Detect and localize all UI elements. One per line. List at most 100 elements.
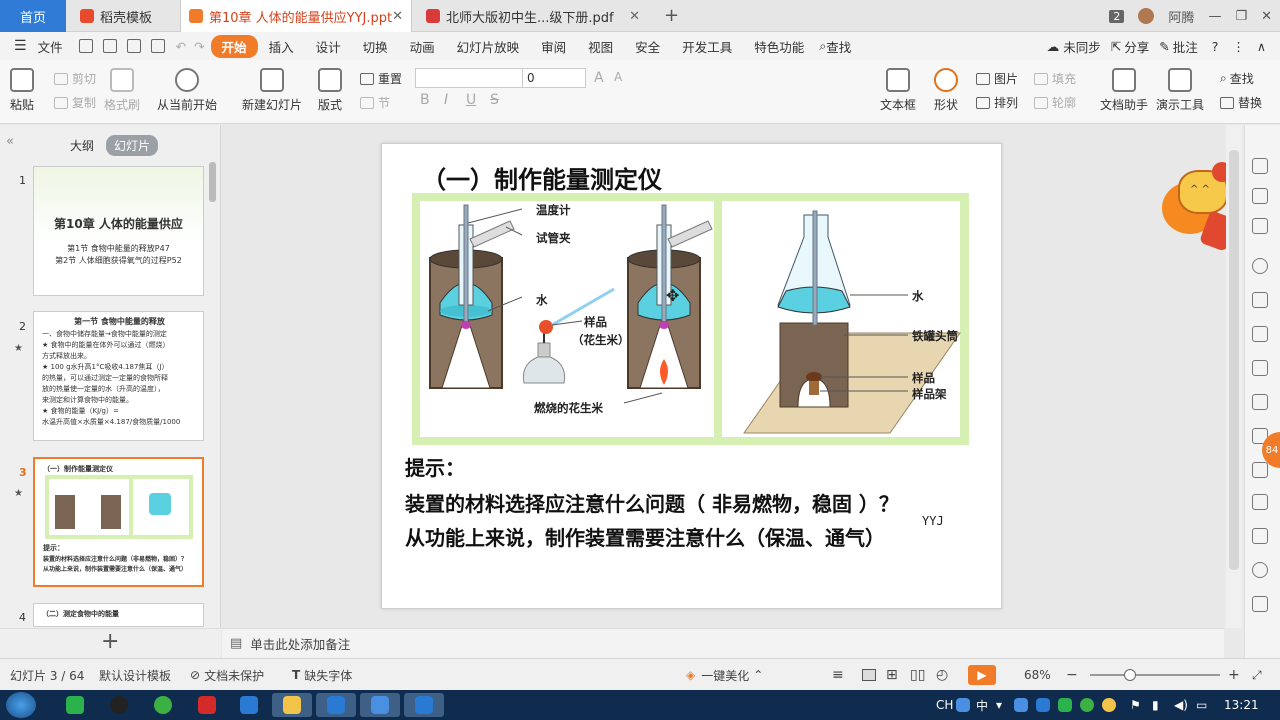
redo-icon[interactable]: ↷ (194, 39, 204, 54)
menu-features[interactable]: 特色功能 (743, 37, 815, 56)
zoom-value[interactable]: 68% (1024, 659, 1051, 691)
sidebar-fill-icon[interactable] (1252, 292, 1268, 308)
notes-bar[interactable]: ▤ 单击此处添加备注 (222, 628, 1224, 658)
tab-close-icon[interactable]: ✕ (392, 9, 403, 24)
sidebar-star-icon[interactable] (1252, 218, 1268, 234)
power-icon[interactable]: ▭ (1196, 690, 1207, 720)
minimize-icon[interactable]: — (1208, 9, 1221, 24)
app-taskbar-icon[interactable] (198, 696, 216, 714)
tab-ppt-document[interactable]: 第10章 人体的能量供应YYJ.ppt ✕ (180, 0, 412, 32)
help-icon[interactable]: ? (1212, 39, 1219, 54)
format-painter-button[interactable]: 格式刷 (104, 68, 140, 113)
menu-home[interactable]: 开始 (210, 34, 258, 58)
tray-icon-3[interactable] (1080, 698, 1094, 712)
notes-toggle-icon[interactable]: ≡ (832, 659, 844, 691)
ime-icon[interactable] (956, 698, 970, 712)
sidebar-audio-icon[interactable] (1252, 562, 1268, 578)
slide-thumbnail-4[interactable]: （二）测定食物中的能量 (33, 603, 204, 627)
view-outline-tab[interactable]: 大纲 (62, 135, 102, 156)
view-reading-icon[interactable]: ▯▯ (910, 659, 925, 691)
view-notes-icon[interactable]: ◴ (936, 659, 948, 691)
menu-security[interactable]: 安全 (624, 37, 671, 56)
search-icon[interactable]: ⌕ (819, 38, 826, 54)
sidebar-chart-icon[interactable] (1252, 360, 1268, 376)
wechat-taskbar-icon[interactable] (66, 696, 84, 714)
view-slides-tab[interactable]: 幻灯片 (106, 135, 159, 156)
protect-status[interactable]: ⊘ 文档未保护 (190, 659, 264, 691)
sidebar-contrast-icon[interactable] (1252, 596, 1268, 612)
windows-start-icon[interactable] (6, 692, 36, 718)
menu-insert[interactable]: 插入 (258, 37, 305, 56)
zoom-out-button[interactable]: − (1066, 659, 1078, 691)
window-count-badge[interactable]: 2 (1109, 9, 1125, 23)
sidebar-share-icon[interactable] (1252, 462, 1268, 478)
tray-icon-1[interactable] (1014, 698, 1028, 712)
app2-taskbar-icon[interactable] (240, 696, 258, 714)
shape-button[interactable]: 形状 (934, 68, 958, 113)
preview-icon[interactable] (150, 39, 165, 53)
notes-placeholder[interactable]: 单击此处添加备注 (250, 634, 350, 653)
share-button[interactable]: 分享 (1124, 37, 1149, 56)
outline-button[interactable]: 轮廓 (1034, 94, 1076, 111)
paste-button[interactable]: 粘贴 (10, 68, 34, 113)
underline-icon[interactable]: U (466, 92, 476, 108)
font-name-select[interactable] (415, 68, 523, 88)
strikethrough-icon[interactable]: S (490, 92, 499, 108)
menu-file[interactable]: 文件 (27, 37, 74, 56)
menu-review[interactable]: 审阅 (530, 37, 577, 56)
network-icon[interactable]: ▮ (1152, 690, 1159, 720)
comment-button[interactable]: 批注 (1173, 37, 1198, 56)
tray-wechat-icon[interactable] (1058, 698, 1072, 712)
slide-title[interactable]: （一）制作能量测定仪 (422, 160, 662, 195)
tray-flag-icon[interactable]: ⚑ (1130, 690, 1141, 720)
menu-view[interactable]: 视图 (577, 37, 624, 56)
font-size-select[interactable]: 0 (522, 68, 586, 88)
avatar[interactable] (1138, 8, 1155, 24)
picture-button[interactable]: 图片 (976, 70, 1018, 87)
scrollbar-thumb[interactable] (1229, 150, 1239, 570)
menu-design[interactable]: 设计 (305, 37, 352, 56)
tab-pdf-document[interactable]: 北师大版初中生...级下册.pdf ✕ (418, 0, 648, 32)
undo-icon[interactable]: ↶ (176, 39, 186, 54)
collapse-panel-icon[interactable]: « (6, 134, 14, 149)
decrease-font-icon[interactable]: A (614, 70, 622, 84)
italic-icon[interactable]: I (444, 92, 448, 108)
increase-font-icon[interactable]: A (594, 70, 604, 86)
tab-home[interactable]: 首页 (0, 0, 66, 32)
copy-button[interactable]: 复制 (54, 94, 96, 111)
restore-icon[interactable]: ❐ (1235, 9, 1247, 24)
zoom-in-button[interactable]: + (1228, 659, 1240, 691)
ime-mode[interactable]: 中 (976, 690, 988, 720)
collapse-ribbon-icon[interactable]: ∧ (1257, 39, 1266, 54)
doc-helper-button[interactable]: 文档助手 (1100, 68, 1148, 113)
arrange-button[interactable]: 排列 (976, 94, 1018, 111)
browser-taskbar-icon[interactable] (154, 696, 172, 714)
menu-animation[interactable]: 动画 (399, 37, 446, 56)
sidebar-settings-icon[interactable] (1252, 394, 1268, 410)
slide-thumbnail-3[interactable]: （一）制作能量测定仪 提示： 装置的材料选择应注意什么问题（非易燃物，稳固）？ … (33, 457, 204, 587)
find-button[interactable]: ⌕ 查找 (1220, 70, 1254, 87)
missing-font[interactable]: T 缺失字体 (292, 659, 352, 691)
export-icon[interactable] (102, 39, 117, 53)
sync-status[interactable]: 未同步 (1063, 37, 1101, 56)
play-slideshow-button[interactable]: ▶ (968, 659, 996, 691)
hint-title[interactable]: 提示： (405, 452, 465, 481)
menu-developer[interactable]: 开发工具 (671, 37, 743, 56)
slide-thumbnail-2[interactable]: 第一节 食物中能量的释放 一、食物中储存能量→食物中能量的测定 ★ 食物中的能量… (33, 311, 204, 441)
tab-close-icon[interactable]: ✕ (629, 9, 640, 24)
clock[interactable]: 13:21 (1224, 690, 1259, 720)
qq-taskbar-icon[interactable] (110, 696, 128, 714)
section-button[interactable]: 节 (360, 94, 390, 111)
hamburger-icon[interactable]: ☰ (14, 38, 27, 54)
sidebar-cursor-icon[interactable] (1252, 158, 1268, 174)
view-normal-icon[interactable] (862, 659, 876, 691)
sidebar-grid-icon[interactable] (1252, 326, 1268, 342)
new-tab-button[interactable]: + (664, 5, 679, 26)
sidebar-location-icon[interactable] (1252, 258, 1268, 274)
hint-line-2[interactable]: 从功能上来说，制作装置需要注意什么（保温、通气） (405, 522, 885, 551)
layout-button[interactable]: 版式 (318, 68, 342, 113)
ime-indicator[interactable]: CH (936, 690, 953, 720)
tray-icon-4[interactable] (1102, 698, 1116, 712)
zoom-track[interactable] (1090, 669, 1220, 681)
zoom-slider[interactable] (1090, 659, 1220, 691)
